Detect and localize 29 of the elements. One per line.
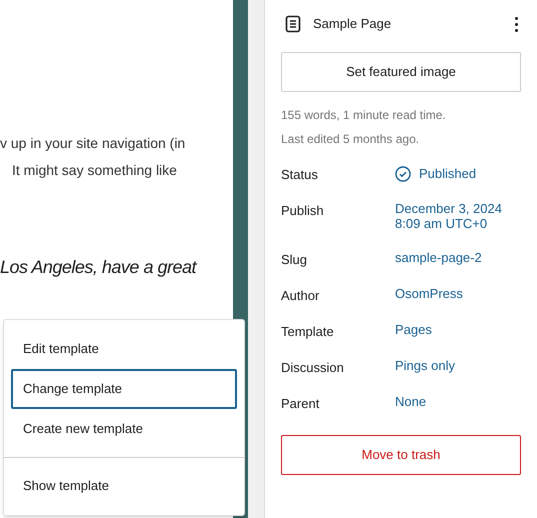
check-circle-icon	[395, 166, 411, 182]
menu-item[interactable]: Edit template	[11, 329, 237, 369]
more-options-icon[interactable]	[513, 16, 519, 32]
stats-text: Last edited 5 months ago.	[281, 131, 420, 148]
page-title: Sample Page	[313, 15, 392, 34]
field-label: Publish	[281, 202, 325, 220]
field-value-link[interactable]: sample-page-2	[395, 249, 482, 265]
set-featured-image-button[interactable]: Set featured image	[281, 52, 521, 92]
move-to-trash-button[interactable]: Move to trash	[281, 435, 521, 475]
page-icon	[285, 15, 301, 33]
stats-text: 155 words, 1 minute read time.	[281, 107, 447, 124]
field-value-link[interactable]: Pings only	[395, 357, 455, 373]
field-label: Slug	[281, 251, 308, 269]
quote-text: Los Angeles, have a great	[0, 256, 198, 279]
field-label: Status	[281, 166, 319, 184]
field-label: Author	[281, 287, 320, 305]
field-label: Parent	[281, 395, 320, 413]
body-text: v up in your site navigation (in	[0, 134, 186, 153]
menu-item[interactable]: Show template	[11, 466, 237, 506]
menu-item[interactable]: Change template	[11, 369, 237, 409]
field-label: Template	[281, 323, 335, 341]
field-value-link[interactable]: None	[395, 393, 426, 409]
field-value-link[interactable]: Pages	[395, 321, 432, 337]
status-link[interactable]: Published	[395, 164, 476, 184]
body-text: It might say something like	[11, 161, 178, 180]
field-label: Discussion	[281, 359, 345, 377]
field-value-link[interactable]: OsomPress	[395, 285, 463, 301]
field-value-link[interactable]: December 3, 2024 8:09 am UTC+0	[395, 200, 515, 249]
menu-item[interactable]: Create new template	[11, 409, 237, 449]
